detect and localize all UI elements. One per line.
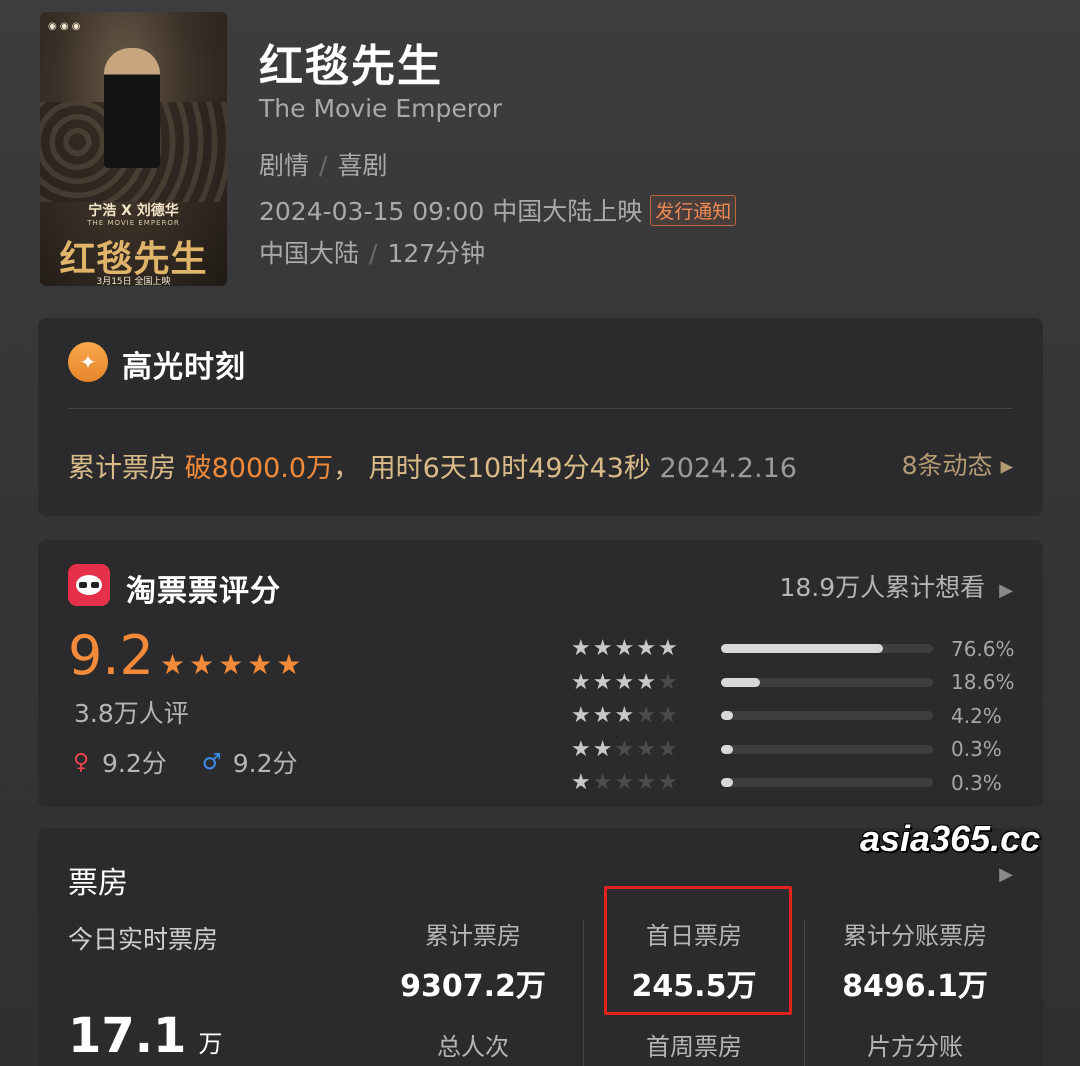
chevron-right-icon[interactable]: ▶: [999, 864, 1013, 885]
want-count: 18.9万人累计想看: [779, 573, 986, 602]
poster-figure: [104, 48, 160, 168]
movie-release: 2024-03-15 09:00 中国大陆上映 发行通知: [259, 192, 737, 228]
release-notice-tag[interactable]: 发行通知: [650, 194, 737, 226]
distribution-bar: [721, 778, 933, 788]
distribution-bar: [721, 711, 933, 721]
distribution-percent: 4.2%: [951, 703, 1002, 728]
movie-english-title: The Movie Emperor: [259, 94, 503, 123]
movie-genres: 剧情 / 喜剧: [259, 151, 388, 180]
rating-title: 淘票票评分: [126, 574, 281, 609]
divider: [68, 408, 1013, 409]
want-to-see[interactable]: 18.9万人累计想看 ▶: [779, 568, 1013, 604]
star-row-icons: ★★★★★: [571, 636, 680, 662]
highlight-date: 2024.2.16: [659, 453, 797, 484]
distribution-bar-fill: [721, 711, 733, 721]
distribution-bar: [721, 744, 933, 754]
highlight-label: 累计票房: [68, 453, 176, 484]
movie-title: 红毯先生: [259, 41, 443, 92]
stat-cumulative: 累计票房 9307.2万 总人次: [368, 916, 578, 1062]
rating-distribution: ★★★★★ 76.6% ★★★★★ 18.6% ★★★★★ 4.2% ★★★★★ 0.3% ★★…: [571, 632, 1015, 800]
today-value: 17.1 万: [68, 1008, 223, 1064]
rating-score: 9.2: [68, 624, 154, 687]
stat-label: 累计票房: [425, 922, 521, 950]
duration: 127分钟: [387, 239, 486, 268]
distribution-row: ★★★★★ 76.6%: [571, 632, 1015, 666]
highlights-title: 高光时刻: [122, 350, 246, 385]
female-icon: ♀: [72, 749, 90, 775]
distribution-percent: 76.6%: [951, 636, 1015, 661]
poster-subtitle: THE MOVIE EMPEROR: [87, 219, 180, 227]
distribution-percent: 0.3%: [951, 770, 1002, 795]
highlight-line: 累计票房 破8000.0万， 用时6天10时49分43秒 2024.2.16: [68, 446, 797, 485]
lighthouse-icon: ✦: [68, 342, 108, 382]
star-row-icons: ★★★★★: [571, 770, 680, 796]
highlight-elapsed: 用时6天10时49分43秒: [368, 453, 651, 484]
distribution-bar: [721, 677, 933, 687]
distribution-row: ★★★★★ 18.6%: [571, 666, 1015, 700]
chevron-right-icon: ▶: [999, 580, 1013, 601]
female-score: 9.2分: [102, 749, 167, 778]
male-icon: ♂: [201, 749, 222, 775]
stat-label-secondary: 片方分账: [867, 1033, 963, 1061]
rating-card[interactable]: 淘票票评分 18.9万人累计想看 ▶ 9.2 ★★★★★ 3.8万人评 ♀ 9.2…: [38, 540, 1043, 807]
star-row-icons: ★★★★★: [571, 736, 680, 762]
divider: [804, 920, 805, 1066]
stat-label-secondary: 总人次: [437, 1033, 509, 1061]
stat-split: 累计分账票房 8496.1万 片方分账: [810, 916, 1020, 1062]
stat-value: 9307.2万: [400, 969, 546, 1004]
distribution-row: ★★★★★ 0.3%: [571, 766, 1015, 800]
distribution-bar: [721, 644, 933, 654]
gender-scores: ♀ 9.2分 ♂ 9.2分: [68, 744, 298, 780]
highlights-card[interactable]: ✦ 高光时刻 累计票房 破8000.0万， 用时6天10时49分43秒 2024…: [38, 318, 1043, 516]
today-label: 今日实时票房: [68, 925, 219, 954]
stat-value: 8496.1万: [842, 969, 988, 1004]
movie-poster[interactable]: ◉ ◉ ◉ 宁浩 X 刘德华 THE MOVIE EMPEROR 红毯先生 3月…: [40, 12, 227, 286]
highlight-comma: ，: [333, 453, 361, 484]
highlight-milestone: 破8000.0万: [184, 453, 334, 484]
release-date: 2024-03-15 09:00 中国大陆上映: [259, 197, 643, 226]
genre-drama: 剧情: [259, 151, 310, 180]
distribution-percent: 18.6%: [951, 670, 1015, 695]
region: 中国大陆: [259, 239, 360, 268]
taopiaopiao-logo-icon: [68, 564, 110, 606]
poster-logo-strip: ◉ ◉ ◉: [48, 20, 81, 32]
stat-label-secondary: 首周票房: [646, 1033, 742, 1061]
distribution-bar-fill: [721, 644, 884, 654]
stat-label: 累计分账票房: [843, 922, 987, 950]
distribution-bar-fill: [721, 677, 761, 687]
distribution-bar-fill: [721, 744, 733, 754]
male-score: 9.2分: [232, 749, 298, 778]
distribution-bar-fill: [721, 778, 733, 788]
poster-names: 宁浩 X 刘德华: [88, 203, 179, 219]
star-row-icons: ★★★★★: [571, 669, 680, 695]
box-office-title: 票房: [68, 866, 128, 901]
movie-region-duration: 中国大陆/127分钟: [259, 239, 486, 268]
poster-date: 3月15日 全国上映: [96, 277, 171, 286]
distribution-row: ★★★★★ 0.3%: [571, 733, 1015, 767]
highlights-more-link[interactable]: 8条动态 ▸: [902, 446, 1013, 482]
distribution-percent: 0.3%: [951, 737, 1002, 762]
watermark: asia365.cc: [860, 818, 1041, 859]
distribution-row: ★★★★★ 4.2%: [571, 699, 1015, 733]
divider: [583, 920, 584, 1066]
highlight-annotation-box: [604, 886, 792, 1015]
genre-comedy: 喜剧: [337, 151, 388, 180]
rating-stars: ★★★★★: [160, 648, 306, 681]
box-office-card[interactable]: 票房 ▶ 今日实时票房 17.1 万 累计票房 9307.2万 总人次 首日票房 …: [38, 828, 1043, 1066]
rating-count: 3.8万人评: [74, 699, 189, 728]
star-row-icons: ★★★★★: [571, 703, 680, 729]
